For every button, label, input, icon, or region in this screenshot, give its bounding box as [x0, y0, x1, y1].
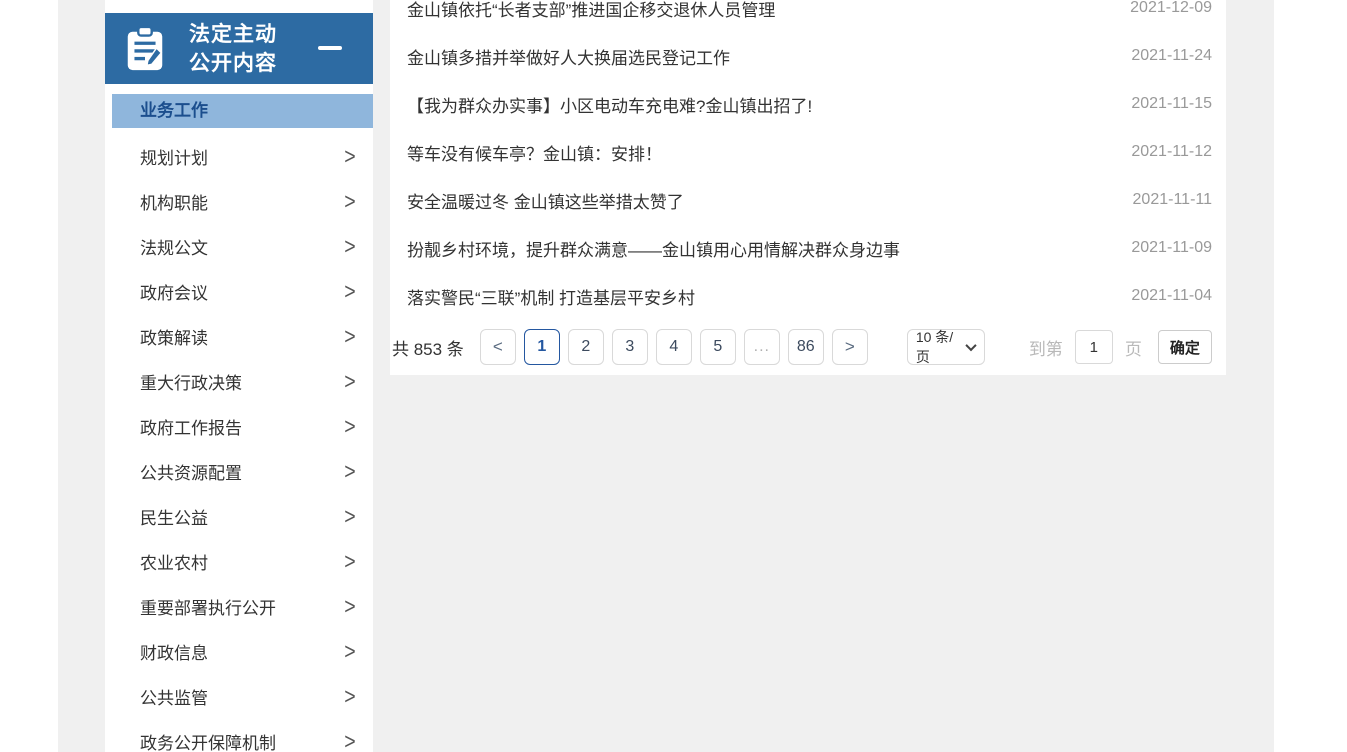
- page-number-button[interactable]: 1: [524, 329, 560, 365]
- sidebar-item-label: 政务公开保障机制: [140, 729, 276, 752]
- news-title-link[interactable]: 金山镇依托“长者支部”推进国企移交退休人员管理: [407, 0, 775, 21]
- sidebar-item-label: 政府工作报告: [140, 414, 242, 439]
- sidebar-title-line2: 公开内容: [189, 52, 277, 75]
- sidebar-menu-item[interactable]: 政策解读 >: [105, 314, 373, 359]
- sidebar-menu-item[interactable]: 法规公文 >: [105, 224, 373, 269]
- sidebar-menu-item[interactable]: 规划计划 >: [105, 134, 373, 179]
- news-date: 2021-12-09: [1130, 0, 1212, 17]
- sidebar-item-label: 民生公益: [140, 504, 208, 529]
- sidebar-item-label: 法规公文: [140, 234, 208, 259]
- page-number-button[interactable]: ...: [744, 329, 780, 365]
- sidebar-menu: 规划计划 > 机构职能 > 法规公文 > 政府会议 >: [105, 134, 373, 752]
- page-number-button[interactable]: 86: [788, 329, 824, 365]
- chevron-right-icon: >: [344, 188, 355, 215]
- sidebar-item-active[interactable]: 业务工作: [112, 94, 373, 128]
- sidebar-menu-item[interactable]: 民生公益 >: [105, 494, 373, 539]
- page-number-button[interactable]: 5: [700, 329, 736, 365]
- page-size-label: 10 条/页: [916, 327, 967, 367]
- prev-page-button[interactable]: <: [480, 329, 516, 365]
- sidebar-menu-item[interactable]: 政府工作报告 >: [105, 404, 373, 449]
- page-number-button[interactable]: 2: [568, 329, 604, 365]
- sidebar-menu-item[interactable]: 重要部署执行公开 >: [105, 584, 373, 629]
- news-date: 2021-11-24: [1131, 47, 1212, 65]
- news-row: 金山镇多措并举做好人大换届选民登记工作 2021-11-24: [390, 32, 1226, 80]
- sidebar-item-label: 重大行政决策: [140, 369, 242, 394]
- news-row: 金山镇依托“长者支部”推进国企移交退休人员管理 2021-12-09: [390, 0, 1226, 32]
- chevron-right-icon: >: [344, 593, 355, 620]
- sidebar-title-line1: 法定主动: [189, 23, 277, 46]
- page-size-select[interactable]: 10 条/页: [907, 329, 985, 365]
- news-date: 2021-11-11: [1133, 191, 1212, 209]
- sidebar-item-label: 机构职能: [140, 189, 208, 214]
- chevron-right-icon: >: [344, 728, 355, 752]
- sidebar-menu-item[interactable]: 政府会议 >: [105, 269, 373, 314]
- news-date: 2021-11-09: [1131, 239, 1212, 257]
- sidebar-menu-item[interactable]: 公共监管 >: [105, 674, 373, 719]
- sidebar-menu-item[interactable]: 公共资源配置 >: [105, 449, 373, 494]
- news-row: 扮靓乡村环境，提升群众满意——金山镇用心用情解决群众身边事 2021-11-09: [390, 224, 1226, 272]
- chevron-right-icon: >: [344, 458, 355, 485]
- sidebar-item-label: 政策解读: [140, 324, 208, 349]
- chevron-down-icon: [965, 340, 976, 351]
- sidebar-menu-item[interactable]: 农业农村 >: [105, 539, 373, 584]
- chevron-right-icon: >: [344, 368, 355, 395]
- news-title-link[interactable]: 扮靓乡村环境，提升群众满意——金山镇用心用情解决群众身边事: [407, 236, 900, 261]
- chevron-right-icon: >: [344, 413, 355, 440]
- sidebar-item-label: 重要部署执行公开: [140, 594, 276, 619]
- content-panel: 金山镇依托“长者支部”推进国企移交退休人员管理 2021-12-09 金山镇多措…: [390, 0, 1226, 375]
- sidebar-menu-item[interactable]: 政务公开保障机制 >: [105, 719, 373, 752]
- page-number-button[interactable]: 3: [612, 329, 648, 365]
- news-title-link[interactable]: 等车没有候车亭？金山镇：安排！: [407, 140, 662, 165]
- page-number-button[interactable]: 4: [656, 329, 692, 365]
- sidebar-item-label: 公共资源配置: [140, 459, 242, 484]
- chevron-right-icon: >: [344, 143, 355, 170]
- sidebar-item-label: 农业农村: [140, 549, 208, 574]
- goto-page-prefix: 到第: [1029, 335, 1063, 360]
- pagination: 共 853 条 < 1 2 3 4 5 ... 86 >: [390, 329, 1226, 365]
- total-count-label: 共 853 条: [392, 335, 464, 360]
- sidebar-item-label: 财政信息: [140, 639, 208, 664]
- news-title-link[interactable]: 落实警民“三联”机制 打造基层平安乡村: [407, 284, 695, 309]
- chevron-right-icon: >: [344, 503, 355, 530]
- chevron-right-icon: >: [344, 233, 355, 260]
- sidebar-menu-item[interactable]: 机构职能 >: [105, 179, 373, 224]
- news-row: 等车没有候车亭？金山镇：安排！ 2021-11-12: [390, 128, 1226, 176]
- sidebar-title: 法定主动 公开内容: [189, 20, 277, 78]
- sidebar-menu-item[interactable]: 重大行政决策 >: [105, 359, 373, 404]
- sidebar-item-label: 政府会议: [140, 279, 208, 304]
- chevron-right-icon: >: [344, 638, 355, 665]
- sidebar: 法定主动 公开内容 业务工作 规划计划 > 机构职能 > 法规公文: [105, 0, 373, 752]
- news-title-link[interactable]: 安全温暖过冬 金山镇这些举措太赞了: [407, 188, 684, 213]
- news-title-link[interactable]: 金山镇多措并举做好人大换届选民登记工作: [407, 44, 730, 69]
- page-number-buttons: 1 2 3 4 5 ... 86: [524, 329, 832, 365]
- chevron-right-icon: >: [344, 683, 355, 710]
- sidebar-item-label: 公共监管: [140, 684, 208, 709]
- news-list: 金山镇依托“长者支部”推进国企移交退休人员管理 2021-12-09 金山镇多措…: [390, 0, 1226, 320]
- sidebar-header: 法定主动 公开内容: [105, 13, 373, 84]
- news-date: 2021-11-04: [1131, 287, 1212, 305]
- minus-collapse-icon[interactable]: [318, 46, 342, 50]
- confirm-button[interactable]: 确定: [1158, 330, 1212, 364]
- chevron-right-icon: >: [344, 548, 355, 575]
- news-title-link[interactable]: 【我为群众办实事】小区电动车充电难?金山镇出招了!: [407, 92, 812, 117]
- news-date: 2021-11-15: [1131, 95, 1212, 113]
- goto-page-input[interactable]: [1075, 330, 1113, 364]
- next-page-button[interactable]: >: [832, 329, 868, 365]
- sidebar-item-label: 规划计划: [140, 144, 208, 169]
- news-row: 【我为群众办实事】小区电动车充电难?金山镇出招了! 2021-11-15: [390, 80, 1226, 128]
- news-row: 落实警民“三联”机制 打造基层平安乡村 2021-11-04: [390, 272, 1226, 320]
- page: 法定主动 公开内容 业务工作 规划计划 > 机构职能 > 法规公文: [0, 0, 1347, 752]
- goto-page-suffix: 页: [1125, 335, 1142, 360]
- sidebar-menu-item[interactable]: 财政信息 >: [105, 629, 373, 674]
- chevron-right-icon: >: [344, 323, 355, 350]
- chevron-right-icon: >: [344, 278, 355, 305]
- news-date: 2021-11-12: [1131, 143, 1212, 161]
- clipboard-pencil-icon: [122, 25, 168, 73]
- news-row: 安全温暖过冬 金山镇这些举措太赞了 2021-11-11: [390, 176, 1226, 224]
